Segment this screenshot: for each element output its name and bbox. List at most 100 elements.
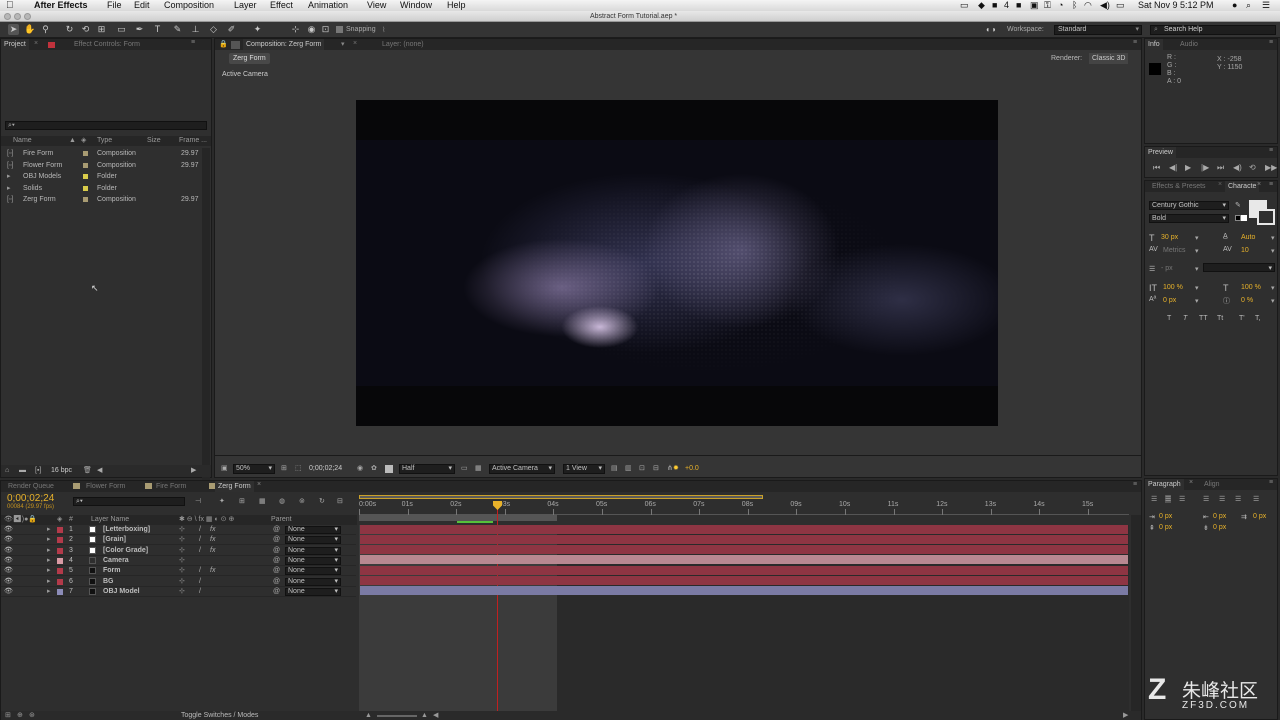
pick-whip-icon[interactable]: @: [273, 525, 280, 535]
chevron-down-icon[interactable]: ▾: [1195, 234, 1199, 242]
quality-switch-icon[interactable]: /: [199, 535, 201, 545]
chevron-down-icon[interactable]: ▾: [1271, 234, 1275, 242]
layer-name[interactable]: [Letterboxing]: [103, 525, 150, 535]
chevron-down-icon[interactable]: ▾: [1271, 297, 1275, 305]
fast-previews-icon[interactable]: ▥: [625, 463, 632, 475]
quality-switch-icon[interactable]: /: [199, 577, 201, 587]
tab-preview[interactable]: Preview: [1145, 147, 1176, 158]
pick-whip-icon[interactable]: @: [273, 587, 280, 597]
draft-3d-icon[interactable]: ✦: [219, 497, 225, 505]
eyedropper-icon[interactable]: ✎: [1235, 201, 1241, 209]
tab-composition[interactable]: Composition: Zerg Form: [243, 39, 325, 50]
extension-icon[interactable]: ■: [992, 0, 997, 11]
app-status-icon[interactable]: ■: [1016, 0, 1021, 11]
dropbox-icon[interactable]: ◆: [978, 0, 985, 11]
parent-select[interactable]: None ▾: [285, 536, 341, 545]
close-tab-icon[interactable]: ×: [1218, 181, 1222, 188]
toggle-pixel-aspect-icon[interactable]: ▤: [611, 463, 618, 475]
display-icon[interactable]: ▭: [960, 0, 969, 11]
column-parent[interactable]: Parent: [271, 515, 292, 525]
spotlight-icon[interactable]: ⌕: [1246, 0, 1251, 11]
zoom-tool-icon[interactable]: ⚲: [40, 24, 51, 35]
pick-whip-icon[interactable]: @: [273, 535, 280, 545]
workspace-select[interactable]: Standard ▾: [1054, 25, 1142, 35]
layer-name[interactable]: OBJ Model: [103, 587, 140, 597]
expand-layer-icon[interactable]: ▸: [47, 566, 51, 576]
justify-left-icon[interactable]: ☰: [1203, 495, 1209, 503]
safe-zones-icon[interactable]: ⊞: [281, 463, 287, 475]
scroll-left-icon[interactable]: ◀: [433, 711, 438, 720]
zoom-window-button[interactable]: [24, 13, 31, 20]
shy-switch-icon[interactable]: ⊹: [179, 587, 185, 597]
visibility-eye-icon[interactable]: 👁: [4, 577, 13, 587]
rectangle-tool-icon[interactable]: ▭: [116, 24, 127, 35]
project-item[interactable]: [▫] Fire Form Composition 29.97: [5, 148, 205, 159]
visibility-eye-icon[interactable]: 👁: [4, 587, 13, 597]
eraser-tool-icon[interactable]: ◇: [208, 24, 219, 35]
renderer-value[interactable]: Classic 3D: [1089, 53, 1129, 64]
layer-duration-bar[interactable]: [360, 555, 1128, 565]
minimize-window-button[interactable]: [14, 13, 21, 20]
menu-window[interactable]: Window: [400, 0, 432, 11]
panel-menu-icon[interactable]: ≡: [1269, 181, 1273, 188]
visibility-eye-icon[interactable]: 👁: [4, 566, 13, 576]
scroll-right-icon[interactable]: ▶: [1123, 711, 1128, 720]
timeline-search-input[interactable]: ⌕▾: [73, 497, 185, 506]
close-tab-icon[interactable]: ×: [257, 481, 261, 488]
space-before-value[interactable]: 0 px: [1159, 524, 1172, 531]
layer-label-swatch[interactable]: [57, 557, 63, 564]
clone-stamp-tool-icon[interactable]: ⊥: [190, 24, 201, 35]
timeline-scrollbar[interactable]: [1131, 515, 1141, 711]
chevron-down-icon[interactable]: ▾: [1195, 284, 1199, 292]
justify-center-icon[interactable]: ☰: [1219, 495, 1225, 503]
expand-transfer-controls-icon[interactable]: ⊕: [17, 711, 23, 720]
rotation-tool-icon[interactable]: ↻: [64, 24, 75, 35]
layer-label-swatch[interactable]: [57, 547, 63, 554]
comp-breadcrumb[interactable]: Zerg Form: [229, 53, 270, 64]
label-column-icon[interactable]: ◈: [81, 136, 86, 146]
zoom-in-icon[interactable]: ▲: [421, 711, 428, 720]
tracking-value[interactable]: 10: [1241, 247, 1249, 254]
expand-in-out-icon[interactable]: ⊛: [29, 711, 35, 720]
layer-name[interactable]: Camera: [103, 556, 129, 566]
orbit-camera-tool-icon[interactable]: ⟲: [80, 24, 91, 35]
exposure-icon[interactable]: ✹: [673, 463, 679, 475]
shy-switch-icon[interactable]: ⊹: [179, 577, 185, 587]
frame-blending-icon[interactable]: ▦: [259, 497, 266, 505]
chevron-down-icon[interactable]: ▾: [1195, 297, 1199, 305]
expand-layer-icon[interactable]: ▸: [47, 587, 51, 597]
roto-brush-tool-icon[interactable]: ✐: [226, 24, 237, 35]
layer-row[interactable]: 👁 ▸ 7 OBJ Model ⊹ / @ None ▾: [1, 587, 356, 597]
brush-tool-icon[interactable]: ✎: [172, 24, 183, 35]
visibility-eye-icon[interactable]: 👁: [4, 525, 13, 535]
layer-label-swatch[interactable]: [57, 568, 63, 575]
last-frame-icon[interactable]: ⏭: [1217, 163, 1224, 173]
tab-info[interactable]: Info: [1145, 39, 1163, 50]
column-name[interactable]: Name: [13, 136, 32, 146]
sort-icon[interactable]: ▲: [69, 136, 76, 146]
superscript-button[interactable]: T': [1239, 315, 1245, 322]
menu-help[interactable]: Help: [447, 0, 466, 11]
visibility-eye-icon[interactable]: 👁: [4, 535, 13, 545]
layer-row[interactable]: 👁 ▸ 2 [Grain] ⊹ / fx @ None ▾: [1, 535, 356, 546]
layer-name[interactable]: BG: [103, 577, 114, 587]
tab-flower-form[interactable]: Flower Form: [83, 481, 128, 492]
play-icon[interactable]: ▶: [1185, 163, 1191, 172]
expand-layer-icon[interactable]: ▸: [47, 525, 51, 535]
pick-whip-icon[interactable]: @: [273, 556, 280, 566]
chevron-down-icon[interactable]: ▾: [1195, 247, 1199, 255]
small-caps-button[interactable]: Tt: [1217, 315, 1223, 322]
battery-icon[interactable]: ▭: [1116, 0, 1125, 11]
lock-icon[interactable]: 🔒: [219, 40, 228, 48]
disclosure-triangle-icon[interactable]: ▸: [7, 183, 11, 194]
project-search-input[interactable]: ⌕▾: [5, 121, 207, 130]
column-type[interactable]: Type: [97, 136, 112, 146]
tab-render-queue[interactable]: Render Queue: [5, 481, 57, 492]
align-center-icon[interactable]: ☰: [1165, 495, 1172, 503]
menu-animation[interactable]: Animation: [308, 0, 348, 11]
key-icon[interactable]: ⚿: [1044, 0, 1051, 11]
white-swatch[interactable]: [1241, 215, 1247, 221]
flowchart-icon[interactable]: ⊟: [653, 463, 659, 475]
layer-row[interactable]: 👁 ▸ 4 Camera ⊹ @ None ▾: [1, 556, 356, 566]
panel-menu-icon[interactable]: ≡: [1269, 147, 1273, 154]
